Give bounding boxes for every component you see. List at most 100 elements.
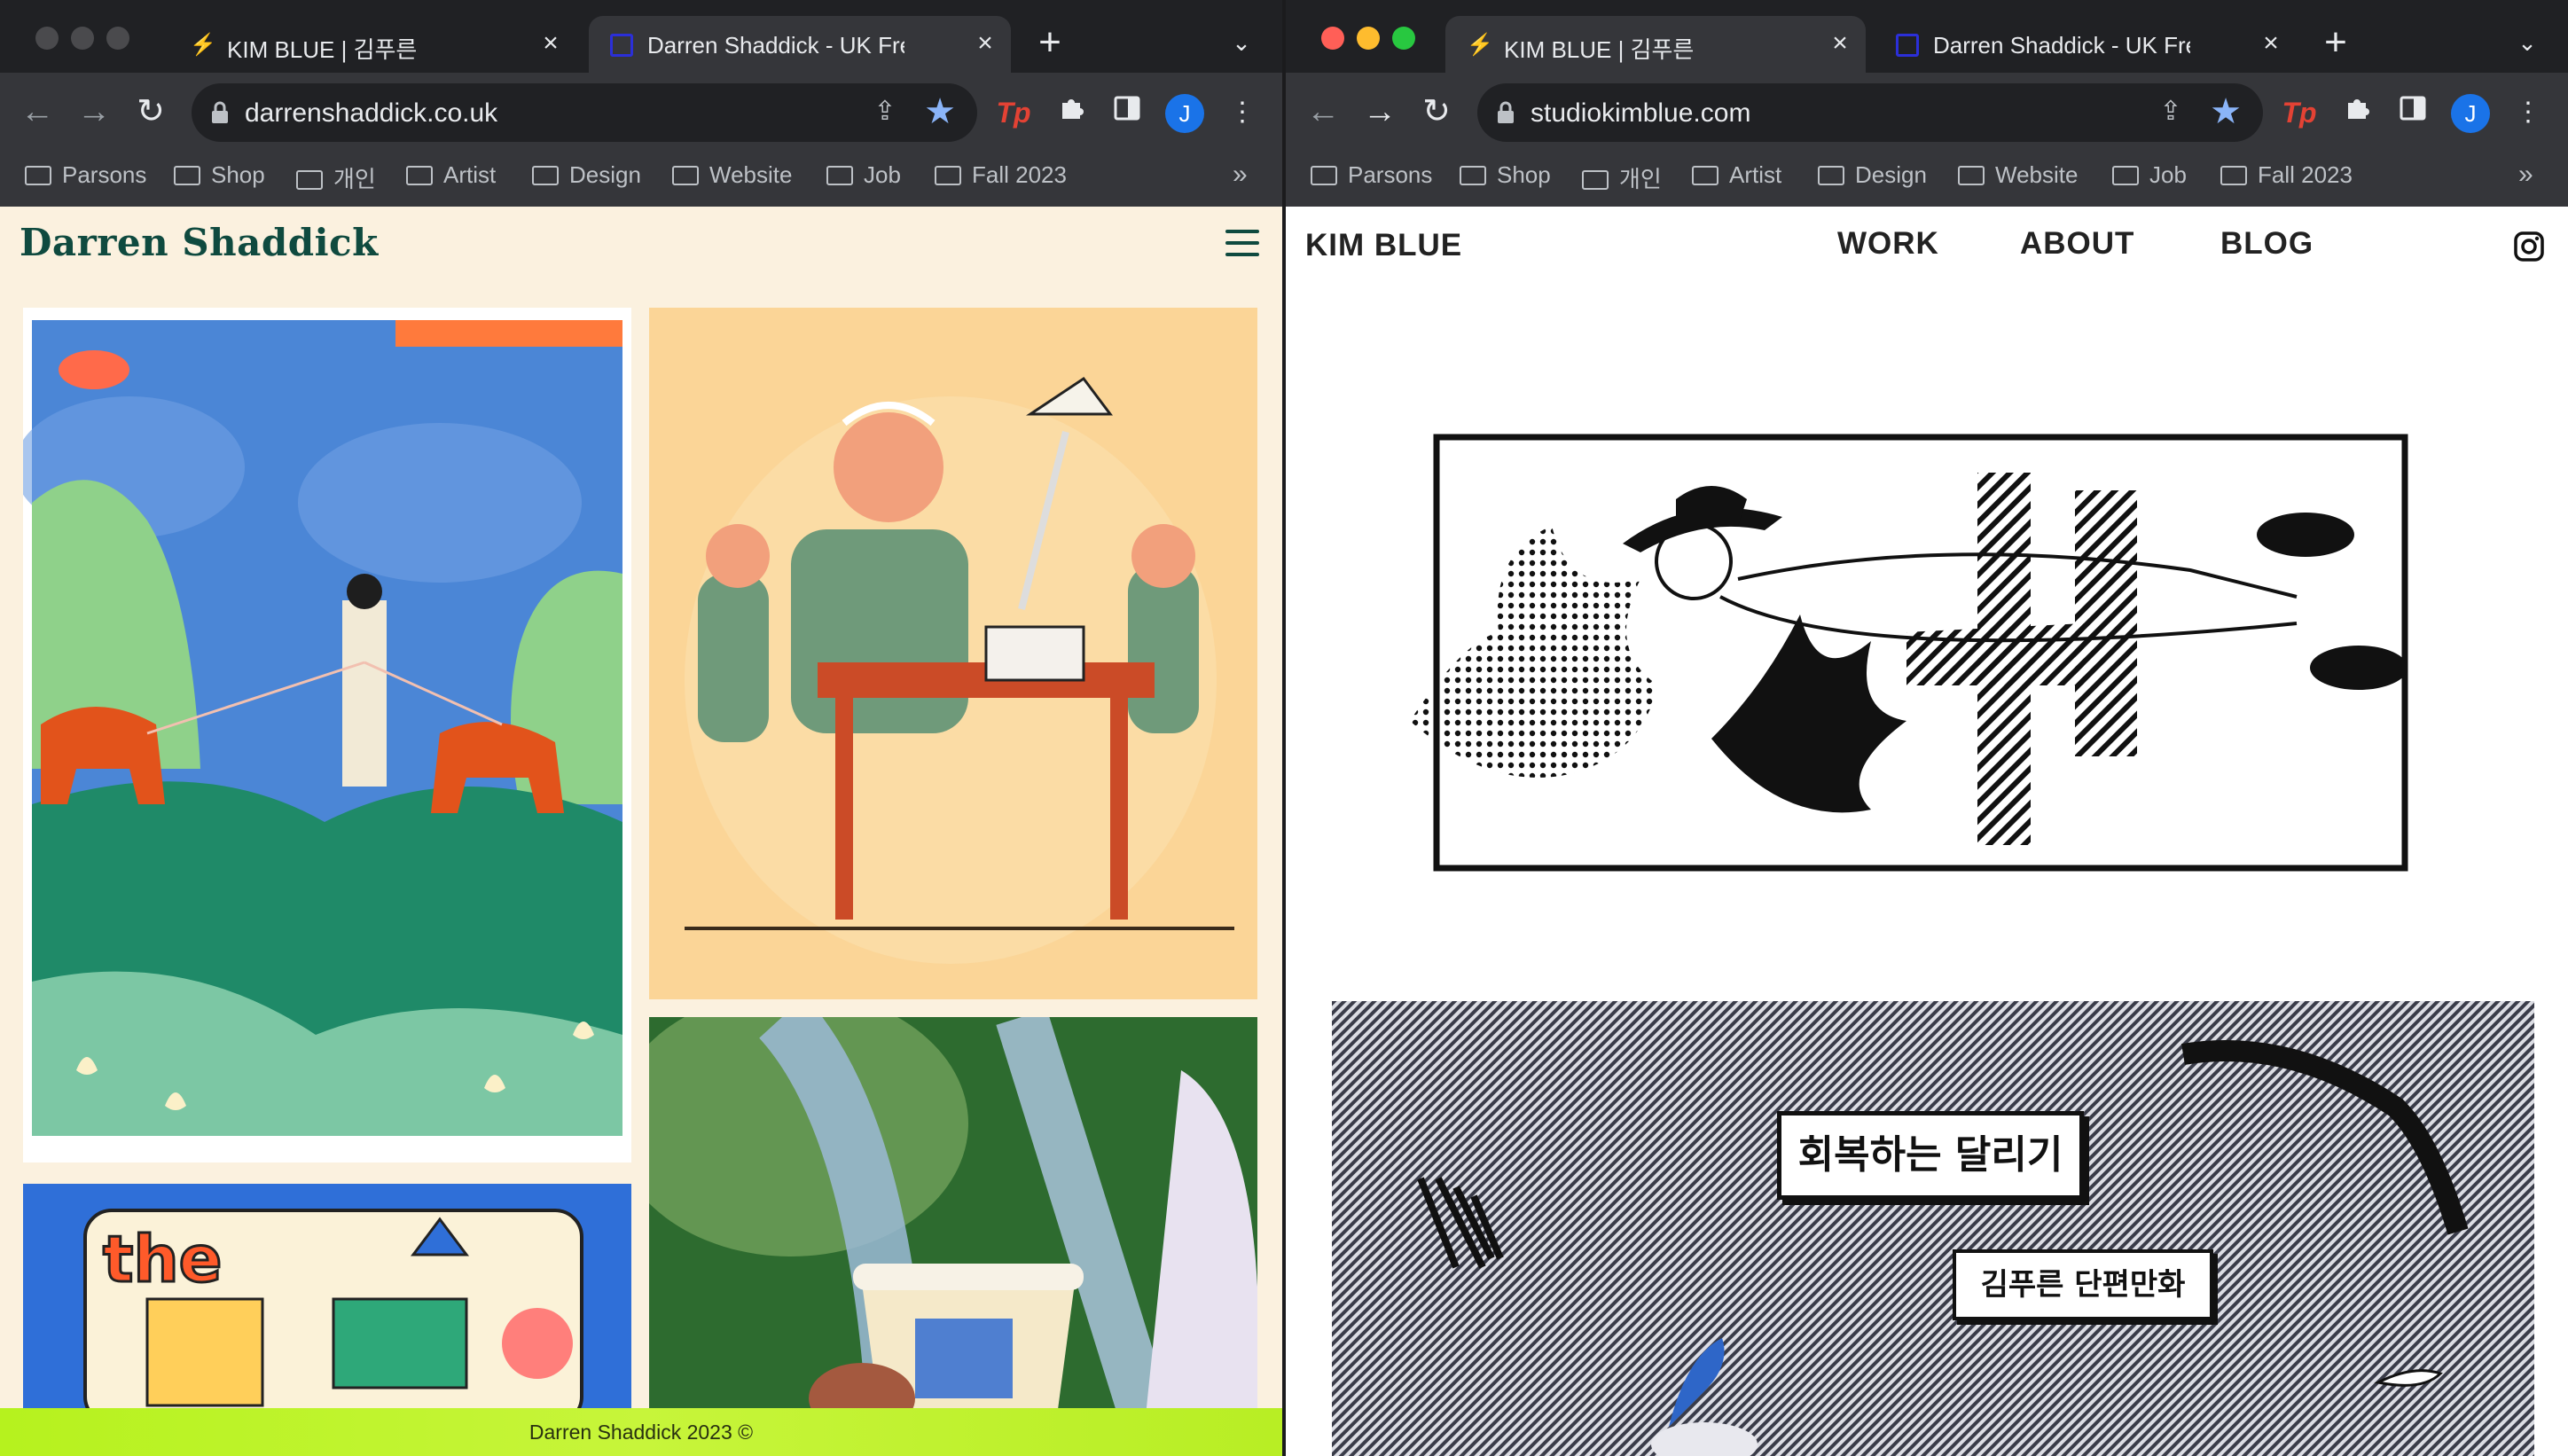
share-icon[interactable]: ⇪ — [871, 98, 899, 126]
artwork-coffee-cup[interactable] — [649, 1017, 1257, 1416]
bookmark-website[interactable]: Website — [1958, 161, 2078, 192]
close-window-button[interactable] — [1321, 27, 1344, 50]
bookmark-artist[interactable]: Artist — [406, 161, 496, 192]
tab-kim-blue[interactable]: ⚡ KIM BLUE | 김푸른 × — [168, 16, 576, 73]
minimize-window-button[interactable] — [71, 27, 94, 50]
more-menu-icon[interactable]: ⋮ — [2509, 94, 2547, 131]
minimize-window-button[interactable] — [1357, 27, 1380, 50]
bookmark-artist[interactable]: Artist — [1692, 161, 1781, 192]
bookmark-star-icon[interactable]: ★ — [2208, 94, 2243, 129]
bookmark-parsons[interactable]: Parsons — [25, 161, 146, 192]
bookmark-fall-2023[interactable]: Fall 2023 — [2220, 161, 2353, 192]
artwork-reclining-figure-image — [1410, 434, 2408, 872]
site-logo[interactable]: Darren Shaddick — [20, 221, 379, 264]
square-frame-icon — [610, 34, 633, 57]
folder-icon — [532, 166, 559, 185]
artwork-recovery-run-comic[interactable]: 회복하는 달리기 김푸른 단편만화 — [1332, 1001, 2534, 1456]
close-tab-icon[interactable]: × — [972, 30, 998, 57]
chevron-down-icon[interactable]: ⌄ — [2511, 27, 2543, 59]
bookmark-shop[interactable]: Shop — [1460, 161, 1551, 192]
artwork-drawing-table[interactable] — [649, 308, 1257, 999]
side-panel-icon[interactable] — [2394, 94, 2431, 131]
artwork-dog-walker[interactable] — [23, 308, 631, 1162]
close-tab-icon[interactable]: × — [1827, 30, 1853, 57]
folder-icon — [826, 166, 853, 185]
lock-icon — [1498, 101, 1514, 123]
side-panel-icon[interactable] — [1108, 94, 1146, 131]
zoom-window-button[interactable] — [1392, 27, 1415, 50]
artwork-the[interactable]: the — [23, 1184, 631, 1414]
url-text: studiokimblue.com — [1531, 98, 1751, 128]
back-button[interactable]: ← — [20, 94, 55, 129]
puzzle-extensions-icon[interactable] — [1053, 94, 1091, 131]
artwork-the-image: the — [83, 1209, 583, 1414]
lock-icon — [212, 101, 228, 123]
tab-kim-blue[interactable]: ⚡ KIM BLUE | 김푸른 × — [1445, 16, 1866, 73]
folder-icon — [935, 166, 961, 185]
new-tab-button[interactable]: + — [1032, 23, 1068, 62]
tab-title: Darren Shaddick - UK Freelance — [1933, 32, 2190, 59]
bookmark-personal[interactable]: 개인 — [1582, 161, 1662, 192]
site-logo[interactable]: KIM BLUE — [1305, 228, 1462, 263]
page-viewport: Darren Shaddick the Darren Shaddick 2023… — [0, 207, 1282, 1456]
more-menu-icon[interactable]: ⋮ — [1224, 94, 1261, 131]
share-icon[interactable]: ⇪ — [2157, 98, 2185, 126]
folder-icon — [296, 170, 323, 190]
comic-title: 회복하는 달리기 — [1777, 1111, 2084, 1200]
folder-icon — [1460, 166, 1486, 185]
tp-extension-icon[interactable]: Tp — [2281, 94, 2318, 131]
square-frame-icon — [1896, 34, 1919, 57]
bookmark-parsons[interactable]: Parsons — [1311, 161, 1432, 192]
tab-strip: ⚡ KIM BLUE | 김푸른 × Darren Shaddick - UK … — [0, 0, 1282, 73]
nav-about[interactable]: ABOUT — [2020, 226, 2134, 262]
tab-title: KIM BLUE | 김푸른 — [1504, 36, 1695, 63]
folder-icon — [174, 166, 200, 185]
reload-button[interactable]: ↻ — [133, 94, 168, 129]
bookmarks-overflow-button[interactable]: » — [2518, 160, 2533, 190]
zoom-window-button[interactable] — [106, 27, 129, 50]
nav-blog[interactable]: BLOG — [2220, 226, 2314, 262]
tab-darren-shaddick[interactable]: Darren Shaddick - UK Freelance × — [1875, 16, 2297, 73]
bookmark-personal[interactable]: 개인 — [296, 161, 376, 192]
bookmark-job[interactable]: Job — [826, 161, 901, 192]
bookmark-fall-2023[interactable]: Fall 2023 — [935, 161, 1067, 192]
artwork-drawing-table-image — [685, 376, 1234, 964]
address-bar[interactable]: darrenshaddick.co.uk ⇪ ★ — [192, 83, 977, 142]
bookmark-design[interactable]: Design — [532, 161, 641, 192]
svg-text:the: the — [103, 1222, 223, 1296]
hamburger-menu-icon[interactable] — [1225, 230, 1259, 258]
puzzle-extensions-icon[interactable] — [2339, 94, 2376, 131]
bookmark-star-icon[interactable]: ★ — [922, 94, 958, 129]
close-tab-icon[interactable]: × — [2258, 30, 2284, 57]
reload-button[interactable]: ↻ — [1419, 94, 1454, 129]
bookmark-shop[interactable]: Shop — [174, 161, 265, 192]
tab-darren-shaddick[interactable]: Darren Shaddick - UK Freelance × — [589, 16, 1011, 73]
bookmarks-overflow-button[interactable]: » — [1233, 160, 1248, 190]
chevron-down-icon[interactable]: ⌄ — [1225, 27, 1257, 59]
address-bar[interactable]: studiokimblue.com ⇪ ★ — [1477, 83, 2263, 142]
bookmark-website[interactable]: Website — [672, 161, 792, 192]
close-window-button[interactable] — [35, 27, 59, 50]
profile-avatar[interactable]: J — [2451, 94, 2490, 133]
tab-title: KIM BLUE | 김푸른 — [227, 36, 418, 63]
back-button[interactable]: ← — [1305, 94, 1341, 129]
folder-icon — [406, 166, 433, 185]
forward-button[interactable]: → — [76, 94, 112, 129]
folder-icon — [2112, 166, 2139, 185]
artwork-reclining-figure[interactable] — [1410, 419, 2421, 881]
tp-extension-icon[interactable]: Tp — [995, 94, 1032, 131]
forward-button[interactable]: → — [1362, 94, 1398, 129]
nav-work[interactable]: WORK — [1837, 226, 1939, 262]
instagram-icon[interactable] — [2513, 231, 2545, 262]
bookmark-job[interactable]: Job — [2112, 161, 2187, 192]
bookmarks-bar: Parsons Shop 개인 Artist Design Website Jo… — [0, 156, 1282, 195]
browser-window-right: ⚡ KIM BLUE | 김푸른 × Darren Shaddick - UK … — [1286, 0, 2568, 1456]
profile-avatar[interactable]: J — [1165, 94, 1204, 133]
bookmark-design[interactable]: Design — [1818, 161, 1927, 192]
site-footer: Darren Shaddick 2023 © — [0, 1408, 1282, 1456]
folder-icon — [1311, 166, 1337, 185]
folder-icon — [1582, 170, 1609, 190]
page-viewport: KIM BLUE WORK ABOUT BLOG 회복하는 달리기 김푸른 단편… — [1286, 207, 2568, 1456]
close-tab-icon[interactable]: × — [537, 30, 564, 57]
new-tab-button[interactable]: + — [2318, 23, 2353, 62]
